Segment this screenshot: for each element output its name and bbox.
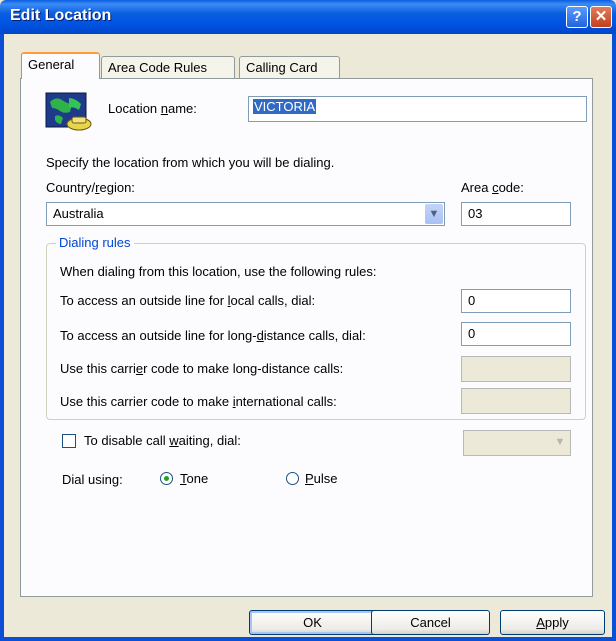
pulse-radio[interactable] — [286, 472, 299, 485]
chevron-down-icon[interactable]: ▼ — [551, 432, 569, 452]
country-region-select[interactable]: Australia ▼ — [46, 202, 445, 226]
local-calls-label: To access an outside line for local call… — [60, 293, 316, 308]
window-frame-bottom — [0, 637, 616, 641]
pulse-label: Pulse — [305, 471, 338, 486]
dial-using-label: Dial using: — [62, 472, 123, 487]
apply-button[interactable]: Apply — [500, 610, 605, 635]
call-waiting-label: To disable call waiting, dial: — [84, 433, 241, 448]
window-frame-right — [612, 34, 616, 641]
dialing-rules-intro: When dialing from this location, use the… — [60, 264, 377, 279]
window-title: Edit Location — [10, 7, 112, 24]
location-name-label: Location name: — [108, 101, 197, 116]
carrier-international-input[interactable] — [461, 388, 571, 414]
window-frame-left — [0, 34, 4, 641]
close-button[interactable]: ✕ — [590, 6, 612, 28]
cancel-button[interactable]: Cancel — [371, 610, 490, 635]
ok-button[interactable]: OK — [249, 610, 376, 635]
call-waiting-checkbox[interactable] — [62, 434, 76, 448]
area-code-label: Area code: — [461, 180, 524, 195]
tab-area-code-rules[interactable]: Area Code Rules — [101, 56, 235, 78]
tone-radio[interactable] — [160, 472, 173, 485]
help-button[interactable]: ? — [566, 6, 588, 28]
carrier-long-distance-input[interactable] — [461, 356, 571, 382]
long-distance-label: To access an outside line for long-dista… — [60, 328, 366, 343]
long-distance-input[interactable]: 0 — [461, 322, 571, 346]
area-code-input[interactable]: 03 — [461, 202, 571, 226]
chevron-down-icon[interactable]: ▼ — [425, 204, 443, 224]
local-calls-input[interactable]: 0 — [461, 289, 571, 313]
dialing-rules-legend: Dialing rules — [56, 235, 134, 250]
tone-label: Tone — [180, 471, 209, 486]
location-name-input[interactable]: VICTORIA — [248, 96, 587, 122]
carrier-international-label: Use this carrier code to make internatio… — [60, 394, 337, 409]
globe-phone-icon — [45, 92, 93, 132]
country-region-label: Country/region: — [46, 180, 135, 195]
carrier-long-distance-label: Use this carrier code to make long-dista… — [60, 361, 344, 376]
instruction-text: Specify the location from which you will… — [46, 155, 335, 170]
tab-general[interactable]: General — [21, 52, 100, 79]
tab-calling-card[interactable]: Calling Card — [239, 56, 340, 78]
call-waiting-select[interactable]: ▼ — [463, 430, 571, 456]
